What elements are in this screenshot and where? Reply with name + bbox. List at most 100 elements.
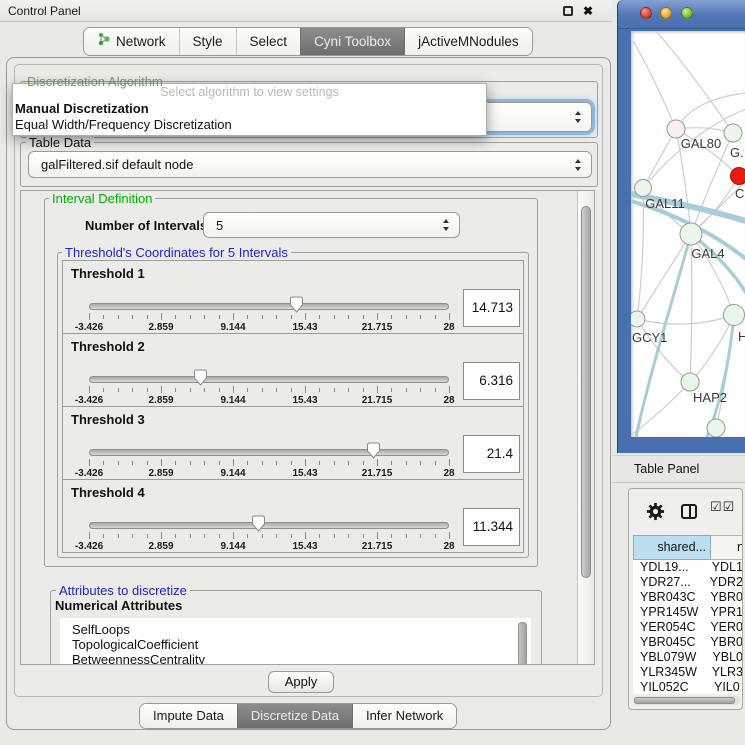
float-window-icon[interactable] [563, 6, 573, 16]
network-edge[interactable] [637, 234, 691, 319]
tab-cyni-toolbox[interactable]: Cyni Toolbox [300, 28, 404, 55]
tick-mark [348, 315, 349, 319]
popup-option-manual-discretization[interactable]: Manual Discretization [13, 101, 486, 117]
network-node-gal11[interactable] [635, 180, 652, 197]
gear-icon[interactable] [646, 502, 665, 526]
settings-vertical-scrollbar[interactable] [577, 191, 594, 664]
tab-jactivemnodules[interactable]: jActiveMNodules [404, 28, 532, 55]
network-edge[interactable] [637, 315, 734, 324]
tick-mark [89, 532, 90, 539]
number-of-intervals-combobox[interactable]: 5 [203, 212, 460, 238]
network-node-c[interactable] [731, 168, 745, 185]
network-edge[interactable] [676, 93, 745, 129]
table-horizontal-scrollbar[interactable] [633, 696, 740, 705]
threshold-slider[interactable]: -3.4262.8599.14415.4321.71528 [89, 295, 449, 335]
scrollbar-thumb[interactable] [634, 697, 735, 704]
cell-name: YIL0 [712, 680, 740, 694]
slider-ticks [89, 386, 449, 394]
scrollbar-thumb[interactable] [518, 622, 527, 665]
threshold-slider[interactable]: -3.4262.8599.14415.4321.71528 [89, 368, 449, 408]
table-row[interactable]: YBL079WYBL0 [633, 650, 743, 665]
network-node-h[interactable] [724, 305, 745, 326]
tab-impute-data[interactable]: Impute Data [140, 704, 237, 728]
network-edge[interactable] [631, 382, 690, 435]
minimize-light-yellow-icon[interactable] [660, 7, 672, 19]
table-row[interactable]: YBR045CYBR0 [633, 635, 743, 650]
threshold-slider[interactable]: -3.4262.8599.14415.4321.71528 [89, 441, 449, 481]
slider-ticks [89, 532, 449, 540]
tab-discretize-data[interactable]: Discretize Data [237, 704, 352, 728]
network-edge[interactable] [633, 41, 676, 129]
column-header-shared-name[interactable]: shared... [633, 535, 711, 560]
close-icon[interactable]: ✖ [583, 0, 593, 22]
threshold-value-field[interactable]: 14.713 [463, 289, 520, 327]
numerical-attributes-label: Numerical Attributes [55, 598, 182, 613]
network-node-g-[interactable] [724, 124, 742, 142]
network-edge[interactable] [690, 315, 734, 382]
tab-network[interactable]: Network [84, 28, 179, 55]
network-edge[interactable] [637, 188, 643, 319]
threshold-value-field[interactable]: 21.4 [463, 435, 520, 473]
list-item-selfloops[interactable]: SelfLoops [72, 622, 516, 637]
table-row[interactable]: YIL052CYIL0 [633, 680, 743, 694]
slider-track[interactable] [89, 376, 449, 383]
tick-mark [103, 461, 104, 465]
numerical-attributes-list[interactable]: SelfLoopsTopologicalCoefficientBetweenne… [60, 618, 516, 665]
network-node-gal4[interactable] [680, 223, 702, 245]
table-row[interactable]: YER054CYER0 [633, 620, 743, 635]
list-item-betweennesscentrality[interactable]: BetweennessCentrality [72, 652, 516, 665]
network-node-gcy1[interactable] [631, 311, 645, 327]
tab-infer-network[interactable]: Infer Network [352, 704, 456, 728]
threshold-label: Threshold 2 [71, 339, 145, 354]
network-edge[interactable] [656, 31, 733, 133]
tick-label: -3.426 [75, 468, 103, 479]
network-edge-highlighted[interactable] [707, 315, 734, 437]
tick-label: 9.144 [220, 541, 245, 552]
zoom-light-green-icon[interactable] [681, 7, 693, 19]
threshold-panel-2: Threshold 2 -3.4262.8599.14415.4321.71528… [62, 333, 524, 407]
tick-mark [334, 534, 335, 538]
slider-track[interactable] [89, 522, 449, 529]
threshold-slider[interactable]: -3.4262.8599.14415.4321.71528 [89, 514, 449, 554]
table-row[interactable]: YBR043CYBR0 [633, 590, 743, 605]
slider-tick-labels: -3.4262.8599.14415.4321.71528 [89, 541, 449, 553]
tick-mark [132, 461, 133, 465]
tab-label: Impute Data [153, 704, 224, 728]
network-canvas[interactable]: GAL80G.CGAL11GAL4GCY1HHAP2 [631, 31, 745, 437]
threshold-value-field[interactable]: 6.316 [463, 362, 520, 400]
apply-button[interactable]: Apply [268, 671, 334, 693]
network-edge-highlighted[interactable] [691, 234, 745, 293]
table-row[interactable]: YDR27...YDR2 [633, 575, 743, 590]
table-data-combobox[interactable]: galFiltered.sif default node [28, 151, 592, 178]
network-view-window: GAL80G.CGAL11GAL4GCY1HHAP2 [617, 0, 745, 453]
control-panel-window: Control Panel ✖ NetworkStyleSelectCyni T… [0, 0, 612, 745]
attributes-list-scrollbar[interactable] [516, 618, 531, 665]
tick-mark [118, 388, 119, 392]
tab-select[interactable]: Select [236, 28, 301, 55]
window-title: Control Panel [8, 0, 81, 22]
slider-track[interactable] [89, 303, 449, 310]
network-node-hap2[interactable] [681, 373, 699, 391]
popup-option-equal-width-frequency-discretization[interactable]: Equal Width/Frequency Discretization [13, 117, 486, 133]
table-row[interactable]: YLR345WYLR3 [633, 665, 743, 680]
slider-track[interactable] [89, 449, 449, 456]
cell-shared-name: YDL19... [633, 560, 710, 575]
tick-mark [334, 461, 335, 465]
column-header-name[interactable]: na [711, 535, 743, 560]
split-view-icon[interactable] [681, 504, 697, 519]
tick-mark [118, 534, 119, 538]
list-item-topologicalcoefficient[interactable]: TopologicalCoefficient [72, 637, 516, 652]
tick-mark [247, 388, 248, 392]
scrollbar-thumb[interactable] [581, 206, 591, 578]
network-node[interactable] [707, 419, 725, 437]
table-row[interactable]: YDL19...YDL1 [633, 560, 743, 575]
cell-shared-name: YBL079W [633, 650, 710, 665]
close-light-red-icon[interactable] [640, 7, 652, 19]
table-row[interactable]: YPR145WYPR1 [633, 605, 743, 620]
tick-label: 28 [443, 322, 454, 333]
threshold-value-field[interactable]: 11.344 [463, 508, 520, 546]
tab-style[interactable]: Style [179, 28, 236, 55]
tick-mark [132, 534, 133, 538]
checkbox-checked-icons[interactable]: ☑☑ [710, 499, 735, 515]
node-label: GAL4 [691, 246, 724, 261]
